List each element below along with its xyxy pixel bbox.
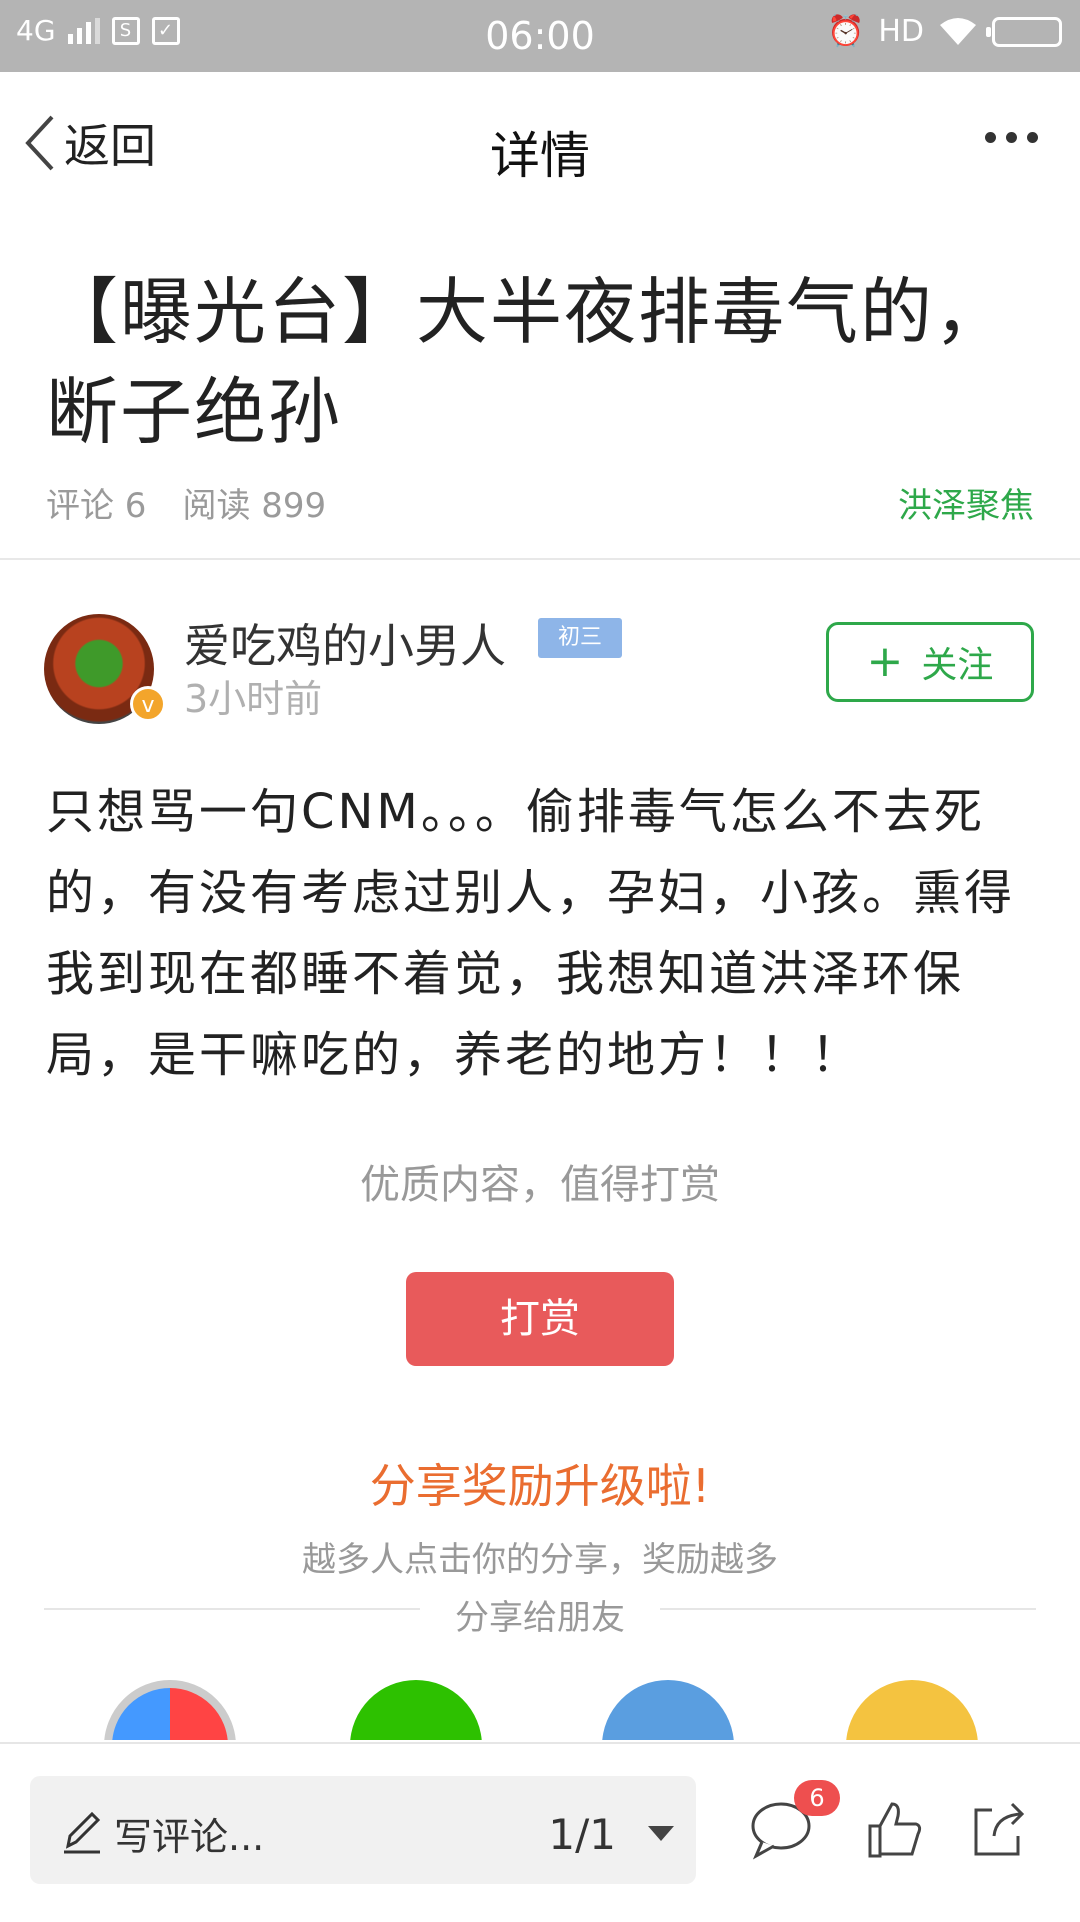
comment-count-badge: 6 xyxy=(794,1780,840,1816)
comment-input[interactable]: 写评论... 1/1 xyxy=(30,1776,696,1884)
verified-badge-icon: v xyxy=(130,686,166,722)
page-title: 详情 xyxy=(490,127,590,185)
status-right: ⏰ HD xyxy=(827,14,1062,49)
share-divider: 分享给朋友 xyxy=(44,1590,1036,1638)
author-name[interactable]: 爱吃鸡的小男人 xyxy=(184,610,506,676)
page-indicator: 1/1 xyxy=(548,1810,616,1859)
reward-button[interactable]: 打赏 xyxy=(406,1272,674,1366)
bottom-bar: 写评论... 1/1 6 xyxy=(0,1742,1080,1922)
share-title: 分享奖励升级啦! xyxy=(369,1459,711,1513)
divider-line-right xyxy=(660,1608,1036,1610)
share-icon[interactable] xyxy=(966,1796,1032,1862)
caret-down-icon[interactable] xyxy=(648,1826,674,1841)
share-icons xyxy=(0,1680,1080,1740)
article-title: 【曝光台】大半夜排毒气的，断子绝孙 xyxy=(46,270,1009,454)
nav-bar: 返回 详情 xyxy=(0,72,1080,218)
plus-icon: + xyxy=(866,636,904,687)
alarm-icon: ⏰ xyxy=(826,14,865,49)
battery-icon xyxy=(986,16,1062,47)
share-subtitle: 越多人点击你的分享，奖励越多 xyxy=(302,1540,778,1580)
read-count-label: 阅读 899 xyxy=(182,486,327,526)
more-options-icon[interactable] xyxy=(985,132,1038,143)
status-bar: 4G S ✓ 06:00 ⏰ HD xyxy=(0,0,1080,72)
hd-label: HD xyxy=(878,14,924,49)
moments-icon[interactable] xyxy=(104,1680,236,1740)
post-time: 3小时前 xyxy=(184,677,323,721)
qzone-icon[interactable] xyxy=(846,1680,978,1740)
wechat-icon[interactable] xyxy=(350,1680,482,1740)
divider xyxy=(0,558,1080,560)
follow-button[interactable]: + 关注 xyxy=(826,622,1034,702)
thumbs-up-icon[interactable] xyxy=(862,1796,928,1862)
pencil-icon xyxy=(64,1811,101,1854)
comment-count-label: 评论 6 xyxy=(46,486,147,526)
reward-hint: 优质内容，值得打赏 xyxy=(360,1162,720,1208)
comment-placeholder: 写评论... xyxy=(114,1815,265,1859)
qq-icon[interactable] xyxy=(602,1680,734,1740)
article-meta: 评论 6 阅读 899 xyxy=(46,478,326,527)
follow-label: 关注 xyxy=(921,645,994,686)
level-badge: 初三 xyxy=(538,618,622,658)
post-body: 只想骂一句CNM。。。偷排毒气怎么不去死的，有没有考虑过别人，孕妇，小孩。熏得我… xyxy=(46,784,1016,1083)
share-divider-label: 分享给朋友 xyxy=(455,1598,625,1638)
wifi-icon xyxy=(940,17,976,45)
source-link[interactable]: 洪泽聚焦 xyxy=(898,478,1034,527)
